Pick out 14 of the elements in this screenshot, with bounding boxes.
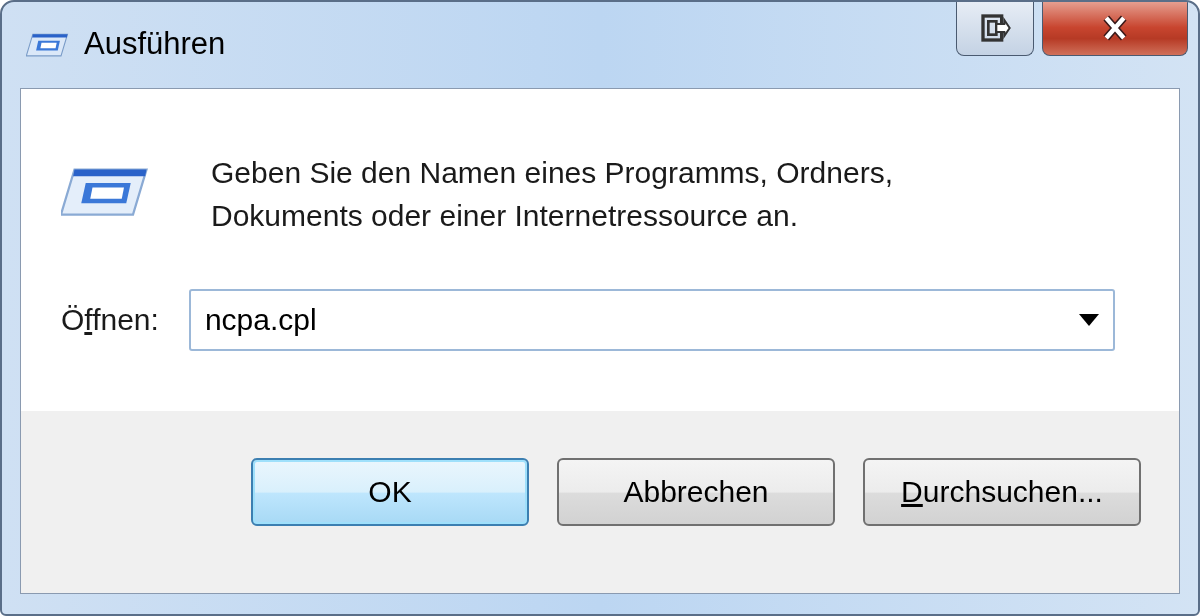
window-title: Ausführen	[84, 26, 226, 62]
close-button[interactable]	[1042, 2, 1188, 56]
restore-button[interactable]	[956, 2, 1034, 56]
open-combo-box[interactable]: ncpa.cpl	[188, 289, 1115, 351]
dropdown-arrow-icon[interactable]	[1078, 314, 1099, 326]
dialog-button[interactable]: OK	[251, 458, 529, 526]
dialog-button[interactable]: Durchsuchen...	[863, 458, 1141, 526]
dialog-button[interactable]: Abbrechen	[557, 458, 835, 526]
instruction-text: Geben Sie den Namen eines Programms, Ordners, Dokuments oder einer Internetressource an.	[211, 155, 893, 234]
run-icon	[26, 32, 70, 58]
text-input[interactable]: ncpa.cpl	[204, 303, 1079, 337]
run-icon	[61, 165, 151, 219]
window-arrow-icon	[979, 11, 1011, 44]
open-label: Öffnen:	[61, 303, 159, 337]
